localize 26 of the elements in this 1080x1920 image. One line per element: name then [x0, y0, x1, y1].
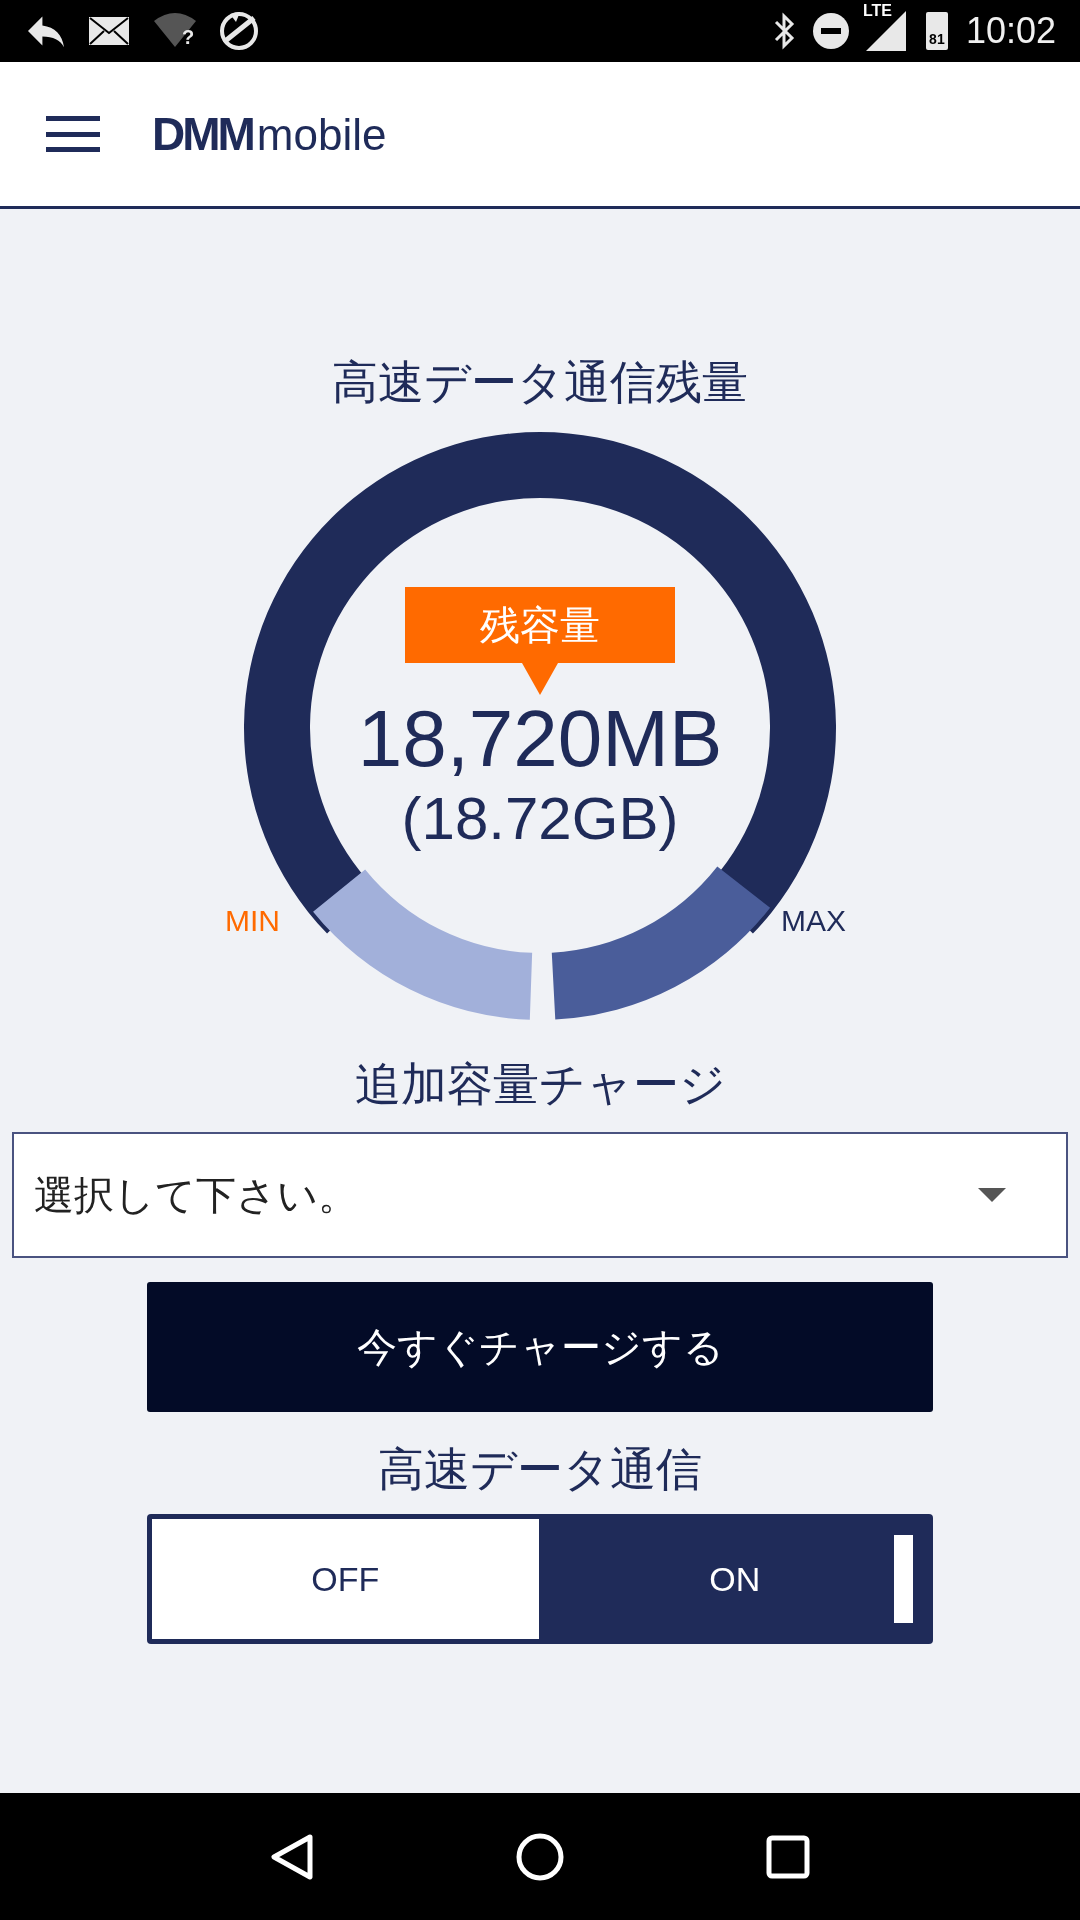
- wifi-icon: [152, 11, 198, 49]
- section-title: 高速データ通信残量: [332, 359, 748, 405]
- logo-product: mobile: [256, 113, 387, 157]
- network-type: LTE: [861, 3, 893, 19]
- back-icon[interactable]: [270, 1832, 315, 1881]
- remaining-amount: 18,720MB: [357, 699, 723, 779]
- mail-icon: [88, 15, 130, 47]
- battery-level: 81: [929, 32, 945, 46]
- home-icon[interactable]: [515, 1831, 565, 1882]
- clock-time: 10:02: [965, 9, 1056, 53]
- section-title: 高速データ通信: [378, 1446, 702, 1492]
- badge-pointer: [522, 663, 558, 695]
- menu-icon[interactable]: [46, 114, 100, 154]
- charge-select[interactable]: 選択して下さい。: [12, 1132, 1068, 1258]
- remaining-amount-gb: (18.72GB): [401, 789, 679, 849]
- remaining-badge: 残容量: [405, 587, 675, 663]
- section-title: 追加容量チャージ: [354, 1061, 726, 1107]
- max-label: MAX: [781, 903, 846, 939]
- min-label: MIN: [225, 903, 280, 939]
- logo-brand: DMM: [152, 111, 253, 157]
- wifi-status-mark: ?: [182, 27, 195, 47]
- dropdown-caret-icon: [978, 1188, 1006, 1202]
- recents-icon[interactable]: [765, 1834, 810, 1879]
- toggle-option[interactable]: OFF: [152, 1519, 539, 1639]
- charge-button[interactable]: 今すぐチャージする: [147, 1282, 933, 1412]
- do-not-disturb-icon: [811, 12, 850, 50]
